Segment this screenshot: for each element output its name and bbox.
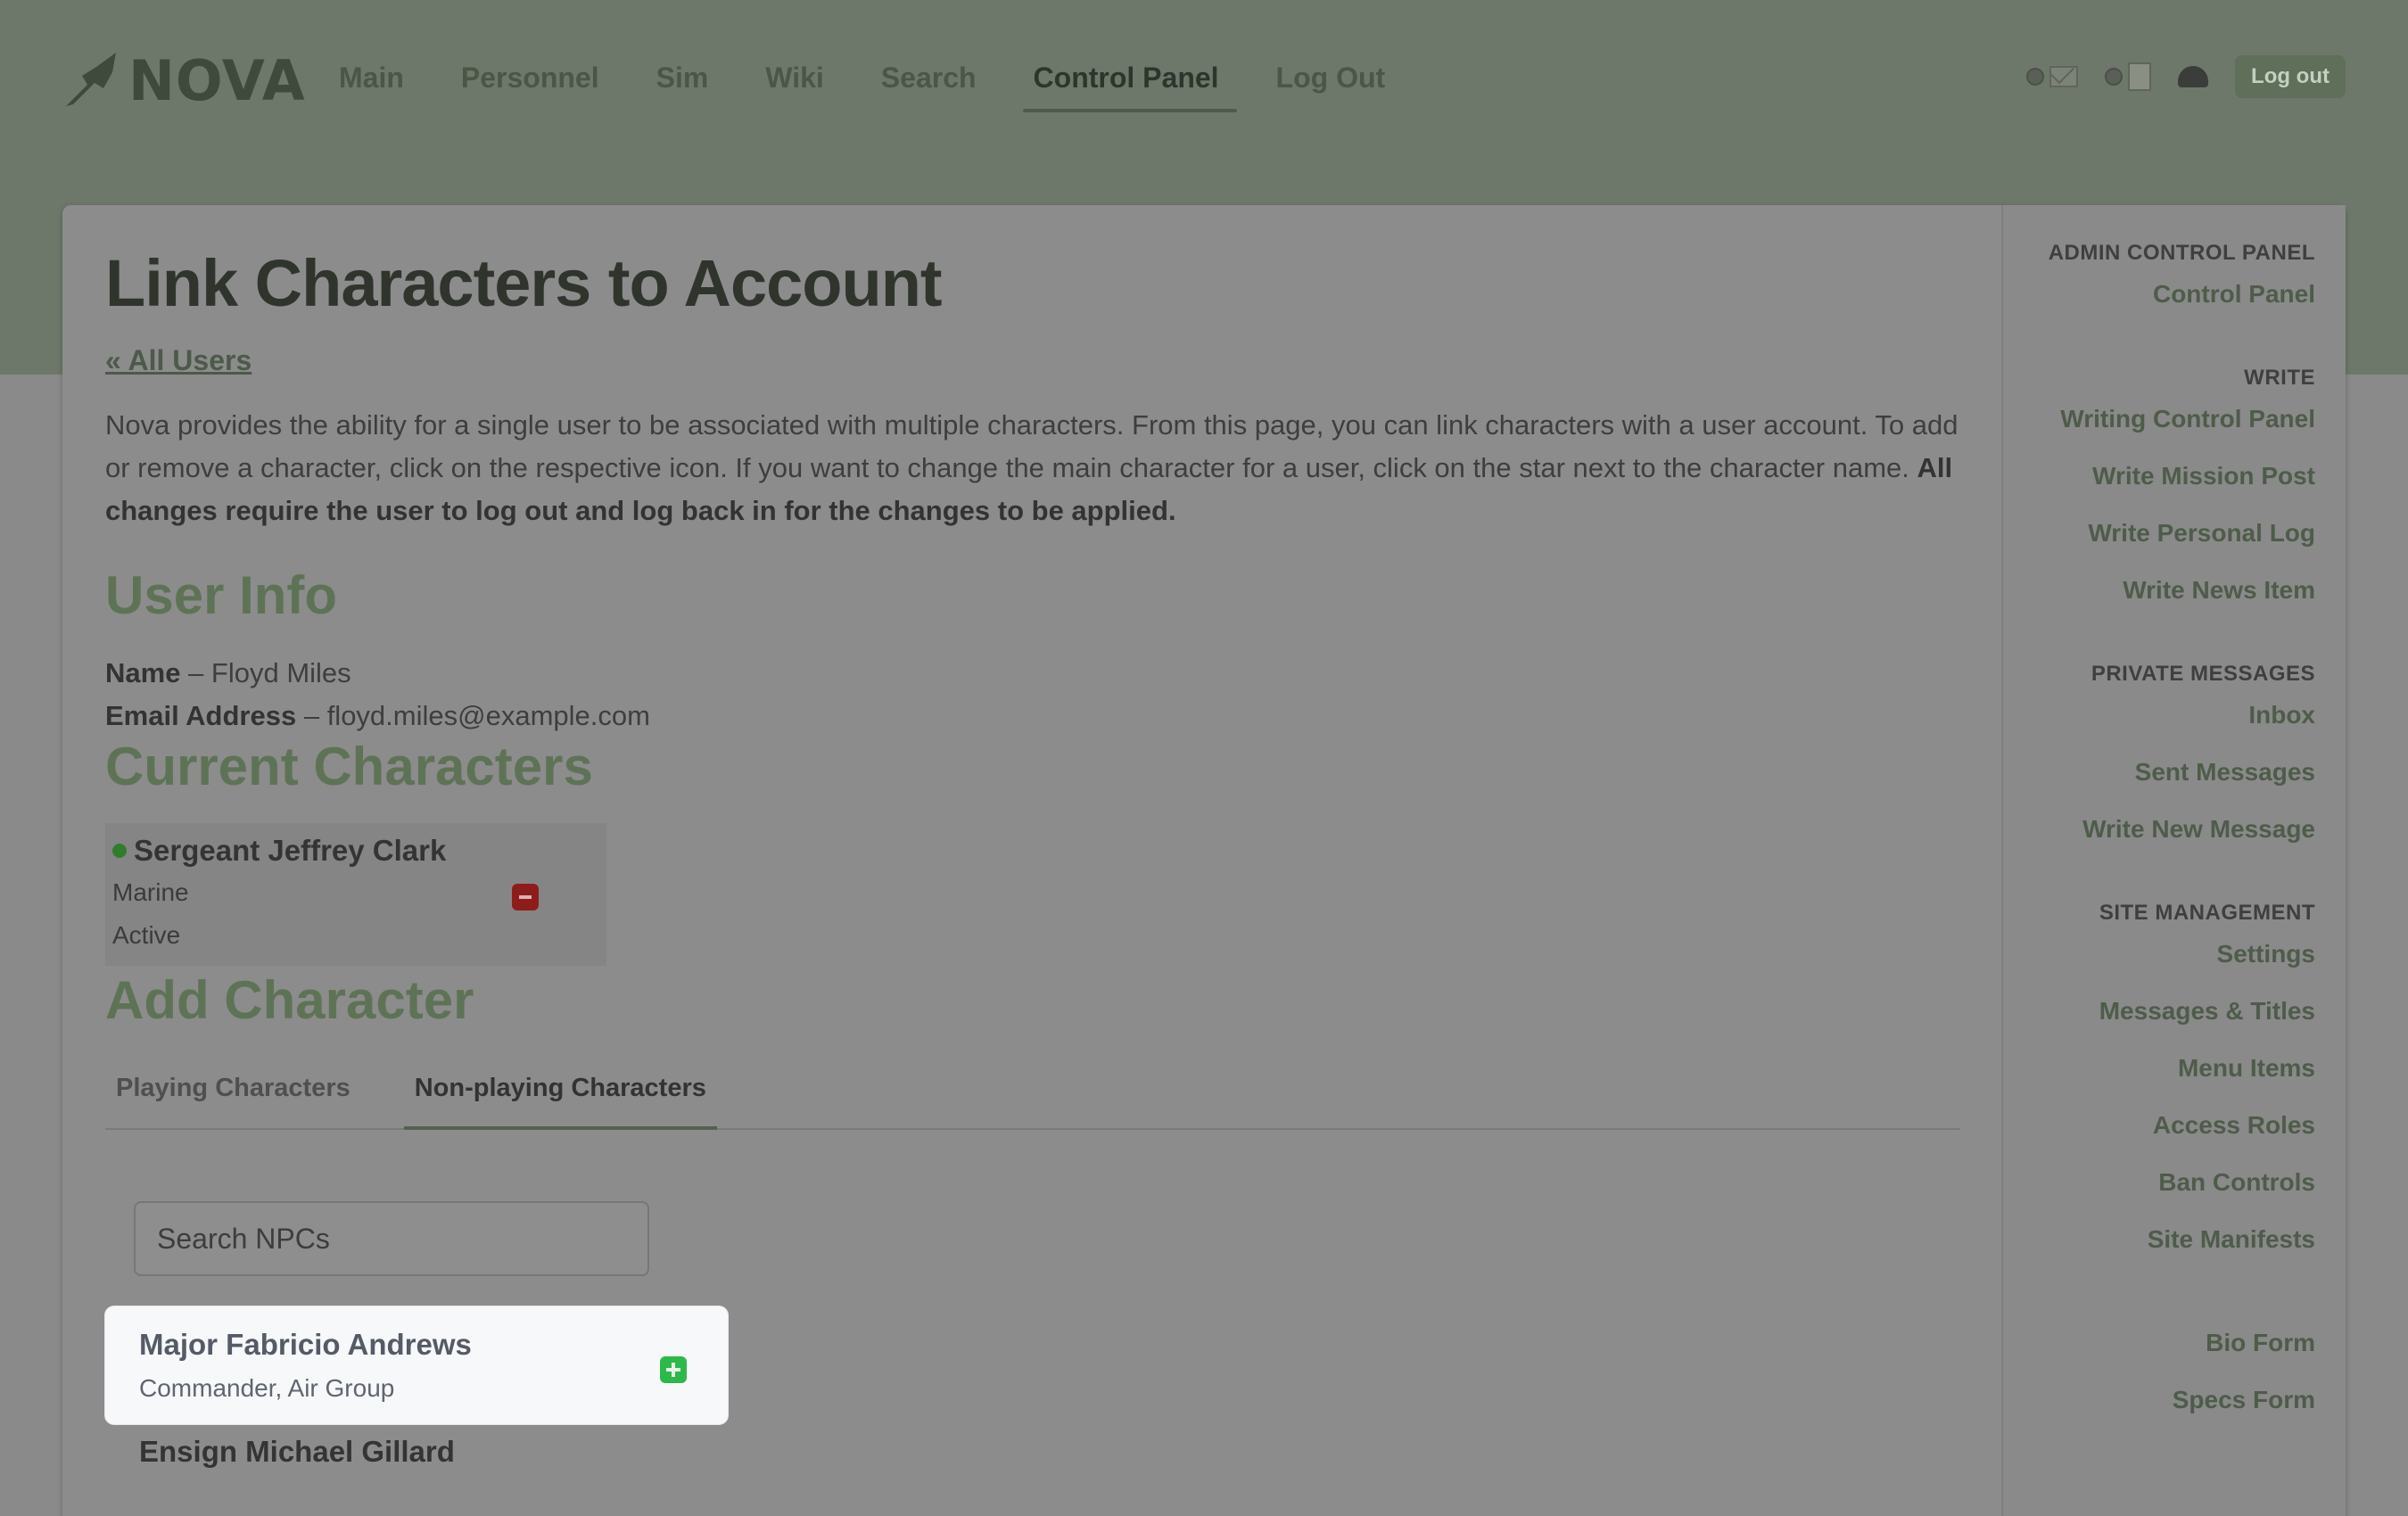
sidebar-item-sent-messages[interactable]: Sent Messages	[2003, 744, 2346, 801]
sidebar-item-site-manifests[interactable]: Site Manifests	[2003, 1211, 2346, 1268]
status-dot-icon	[112, 844, 127, 858]
tab-playing-characters[interactable]: Playing Characters	[105, 1066, 361, 1128]
search-npcs-input[interactable]: Search NPCs	[134, 1201, 649, 1276]
intro-text: Nova provides the ability for a single u…	[105, 404, 1969, 532]
sidebar-item-bio-form[interactable]: Bio Form	[2003, 1314, 2346, 1372]
nav-wiki[interactable]: Wiki	[747, 54, 842, 118]
nav-control-panel[interactable]: Control Panel	[1016, 54, 1237, 118]
current-characters-heading: Current Characters	[105, 737, 593, 796]
nav-personnel[interactable]: Personnel	[443, 54, 617, 118]
npc-name: Ensign Michael Gillard	[139, 1435, 455, 1468]
logo[interactable]: NOVA	[61, 47, 306, 113]
sidebar-item-specs-form[interactable]: Specs Form	[2003, 1372, 2346, 1429]
helmet-icon	[2178, 66, 2209, 87]
user-email: floyd.miles@example.com	[326, 700, 650, 731]
brand-name: NOVA	[128, 47, 306, 113]
user-info: Name – Floyd Miles Email Address – floyd…	[105, 652, 1960, 737]
page-title: Link Characters to Account	[105, 246, 943, 320]
sidebar-item-menu-items[interactable]: Menu Items	[2003, 1040, 2346, 1097]
npc-list-item[interactable]: Ensign Michael Gillard	[105, 1424, 728, 1516]
sidebar-item-messages-titles[interactable]: Messages & Titles	[2003, 983, 2346, 1040]
content-panel: Link Characters to Account « All Users N…	[62, 205, 2346, 1516]
sidebar-heading-site-management: SITE MANAGEMENT	[2099, 901, 2315, 925]
sidebar-item-write-personal-log[interactable]: Write Personal Log	[2003, 505, 2346, 562]
sidebar-item-write-new-message[interactable]: Write New Message	[2003, 801, 2346, 858]
npc-name: Major Fabricio Andrews	[139, 1328, 472, 1361]
remove-icon[interactable]	[512, 884, 539, 910]
sidebar-item-settings[interactable]: Settings	[2003, 926, 2346, 983]
sidebar-item-access-roles[interactable]: Access Roles	[2003, 1097, 2346, 1154]
sidebar-item-control-panel[interactable]: Control Panel	[2003, 266, 2346, 323]
add-character-heading: Add Character	[105, 970, 474, 1030]
admin-sidebar: ADMIN CONTROL PANEL Control Panel WRITE …	[2001, 205, 2346, 1516]
user-name: Floyd Miles	[210, 657, 351, 688]
top-navigation: NOVA Main Personnel Sim Wiki Search Cont…	[0, 0, 2408, 156]
user-info-heading: User Info	[105, 565, 338, 625]
add-icon[interactable]	[660, 1356, 687, 1383]
main-content: Link Characters to Account « All Users N…	[105, 248, 1960, 1516]
nav-log-out[interactable]: Log Out	[1258, 54, 1404, 118]
status-dot-icon	[2105, 68, 2123, 86]
posts-indicator[interactable]	[2105, 62, 2152, 91]
mail-icon	[2049, 66, 2079, 87]
user-menu[interactable]	[2178, 66, 2209, 87]
sidebar-item-inbox[interactable]: Inbox	[2003, 687, 2346, 744]
sidebar-item-write-news-item[interactable]: Write News Item	[2003, 562, 2346, 619]
character-tabs: Playing Characters Non-playing Character…	[105, 1066, 1960, 1130]
tab-non-playing-characters[interactable]: Non-playing Characters	[403, 1066, 718, 1130]
nova-logo-icon	[66, 53, 116, 106]
sidebar-heading-private-messages: PRIVATE MESSAGES	[2091, 662, 2315, 686]
nav-main[interactable]: Main	[321, 54, 422, 118]
sidebar-item-write-mission-post[interactable]: Write Mission Post	[2003, 448, 2346, 505]
character-name: Sergeant Jeffrey Clark	[134, 834, 447, 867]
character-status: Active	[112, 921, 181, 949]
sidebar-heading-admin: ADMIN CONTROL PANEL	[2048, 241, 2315, 265]
email-label: Email Address	[105, 700, 297, 731]
sidebar-item-ban-controls[interactable]: Ban Controls	[2003, 1154, 2346, 1211]
nav-search[interactable]: Search	[863, 54, 994, 118]
npc-position: Commander, Air Group	[139, 1374, 395, 1402]
note-icon	[2128, 62, 2152, 91]
sidebar-heading-write: WRITE	[2244, 366, 2315, 390]
name-label: Name	[105, 657, 181, 688]
all-users-link[interactable]: « All Users	[105, 344, 252, 377]
nav-sim[interactable]: Sim	[639, 54, 727, 118]
character-name-row: Sergeant Jeffrey Clark	[112, 830, 599, 871]
status-dot-icon	[2026, 68, 2045, 86]
intro-body: Nova provides the ability for a single u…	[105, 409, 1959, 483]
header-tools: Log out	[2026, 55, 2346, 98]
user-name-row: Name – Floyd Miles	[105, 657, 351, 688]
main-nav: Main Personnel Sim Wiki Search Control P…	[321, 54, 1424, 118]
messages-indicator[interactable]	[2026, 66, 2079, 87]
npc-list-item[interactable]: Major Fabricio Andrews Commander, Air Gr…	[105, 1306, 728, 1424]
current-character-card: Sergeant Jeffrey Clark Marine Active	[105, 823, 606, 966]
logout-button[interactable]: Log out	[2235, 55, 2346, 98]
sidebar-item-writing-control-panel[interactable]: Writing Control Panel	[2003, 391, 2346, 448]
user-email-row: Email Address – floyd.miles@example.com	[105, 700, 650, 731]
